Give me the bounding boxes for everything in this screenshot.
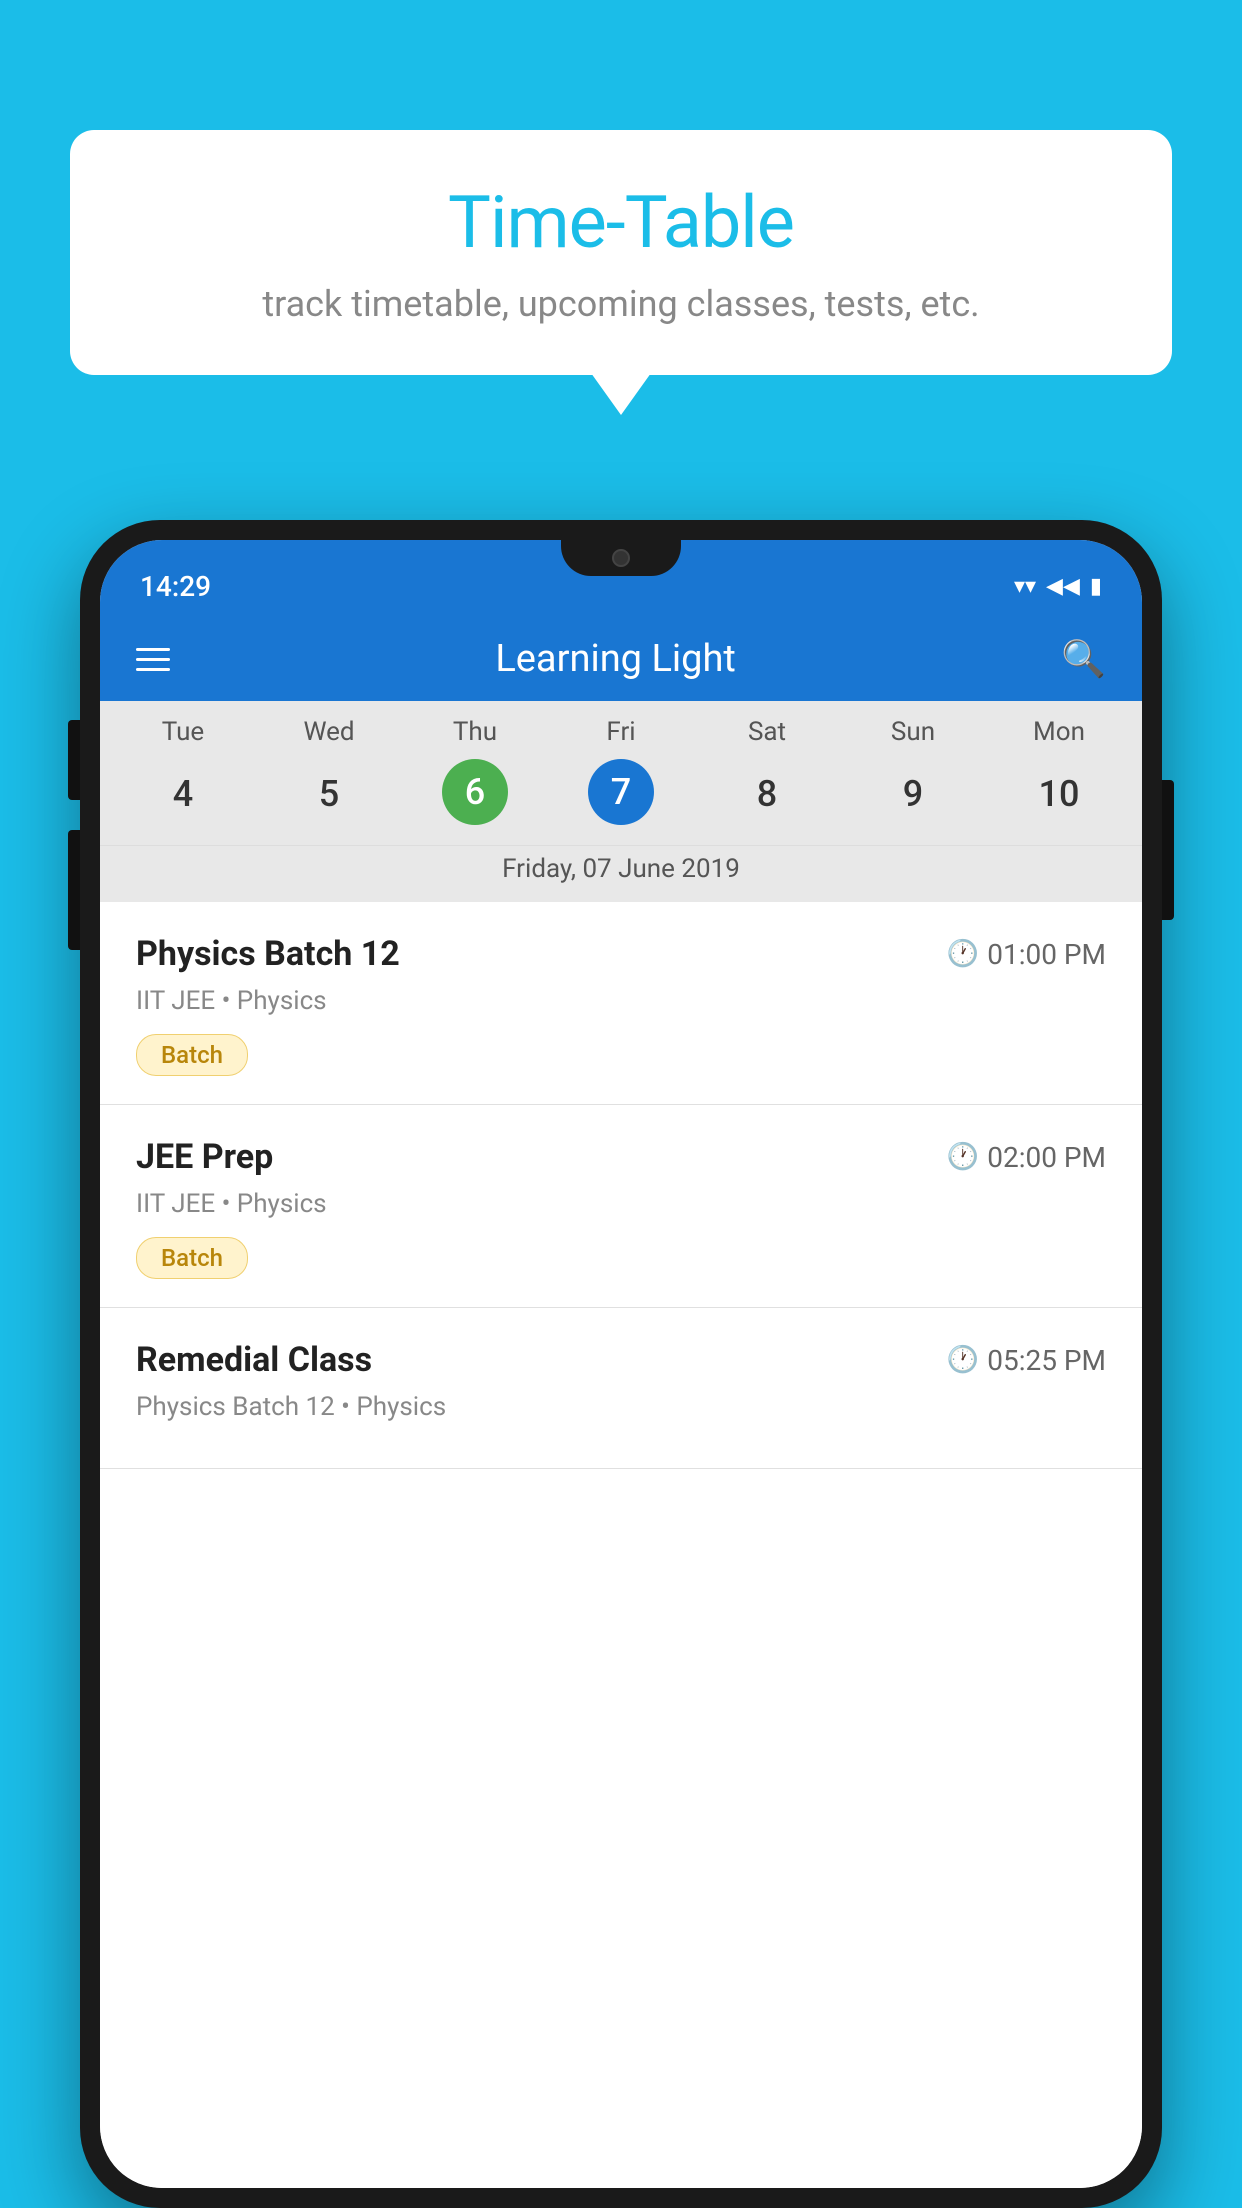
speech-bubble-area: Time-Table track timetable, upcoming cla… <box>70 130 1172 375</box>
day-numbers: 4 5 6 7 8 9 10 <box>100 755 1142 845</box>
phone-outer: 14:29 ▾▾ ◀◀ ▮ Learning Light 🔍 <box>80 520 1162 2208</box>
wifi-icon: ▾▾ <box>1014 574 1036 599</box>
status-icons: ▾▾ ◀◀ ▮ <box>1014 574 1102 599</box>
day-label-sun: Sun <box>840 717 986 747</box>
class-item-2[interactable]: Remedial Class 🕐 05:25 PM Physics Batch … <box>100 1308 1142 1469</box>
class-time-0: 🕐 01:00 PM <box>947 938 1106 971</box>
app-title: Learning Light <box>495 637 736 681</box>
calendar-header: Tue Wed Thu Fri Sat Sun Mon 4 5 6 7 8 9 … <box>100 701 1142 902</box>
day-7-selected[interactable]: 7 <box>588 759 654 825</box>
battery-icon: ▮ <box>1090 574 1102 599</box>
speech-bubble: Time-Table track timetable, upcoming cla… <box>70 130 1172 375</box>
class-time-1: 🕐 02:00 PM <box>947 1141 1106 1174</box>
search-icon[interactable]: 🔍 <box>1061 638 1106 680</box>
phone-camera <box>612 549 630 567</box>
phone-btn-left <box>68 720 80 800</box>
bubble-title: Time-Table <box>130 180 1112 265</box>
phone-btn-left2 <box>68 830 80 950</box>
class-name-2: Remedial Class <box>136 1340 372 1380</box>
clock-icon-0: 🕐 <box>947 939 979 969</box>
bubble-subtitle: track timetable, upcoming classes, tests… <box>130 283 1112 325</box>
day-4[interactable]: 4 <box>110 759 256 829</box>
selected-date-label: Friday, 07 June 2019 <box>100 845 1142 902</box>
day-label-tue: Tue <box>110 717 256 747</box>
class-subtitle-0: IIT JEE • Physics <box>136 986 1106 1016</box>
clock-icon-1: 🕐 <box>947 1142 979 1172</box>
day-10[interactable]: 10 <box>986 759 1132 829</box>
signal-icon: ◀◀ <box>1046 574 1080 599</box>
day-labels: Tue Wed Thu Fri Sat Sun Mon <box>100 701 1142 755</box>
day-label-wed: Wed <box>256 717 402 747</box>
class-time-2: 🕐 05:25 PM <box>947 1344 1106 1377</box>
day-label-sat: Sat <box>694 717 840 747</box>
class-item-1[interactable]: JEE Prep 🕐 02:00 PM IIT JEE • Physics Ba… <box>100 1105 1142 1308</box>
phone-mockup: 14:29 ▾▾ ◀◀ ▮ Learning Light 🔍 <box>80 520 1162 2208</box>
day-label-thu: Thu <box>402 717 548 747</box>
status-time: 14:29 <box>140 570 211 603</box>
class-item-header-1: JEE Prep 🕐 02:00 PM <box>136 1137 1106 1177</box>
day-6-today[interactable]: 6 <box>442 759 508 825</box>
day-label-fri: Fri <box>548 717 694 747</box>
batch-badge-0: Batch <box>136 1034 248 1076</box>
phone-btn-right <box>1162 780 1174 920</box>
app-bar: Learning Light 🔍 <box>100 617 1142 701</box>
batch-badge-1: Batch <box>136 1237 248 1279</box>
day-5[interactable]: 5 <box>256 759 402 829</box>
class-item-header-0: Physics Batch 12 🕐 01:00 PM <box>136 934 1106 974</box>
clock-icon-2: 🕐 <box>947 1345 979 1375</box>
class-item-0[interactable]: Physics Batch 12 🕐 01:00 PM IIT JEE • Ph… <box>100 902 1142 1105</box>
class-name-0: Physics Batch 12 <box>136 934 400 974</box>
class-subtitle-1: IIT JEE • Physics <box>136 1189 1106 1219</box>
day-8[interactable]: 8 <box>694 759 840 829</box>
day-9[interactable]: 9 <box>840 759 986 829</box>
phone-screen: 14:29 ▾▾ ◀◀ ▮ Learning Light 🔍 <box>100 540 1142 2188</box>
day-label-mon: Mon <box>986 717 1132 747</box>
hamburger-menu-icon[interactable] <box>136 648 170 671</box>
class-list: Physics Batch 12 🕐 01:00 PM IIT JEE • Ph… <box>100 902 1142 2188</box>
class-subtitle-2: Physics Batch 12 • Physics <box>136 1392 1106 1422</box>
class-name-1: JEE Prep <box>136 1137 273 1177</box>
phone-notch <box>561 540 681 576</box>
class-item-header-2: Remedial Class 🕐 05:25 PM <box>136 1340 1106 1380</box>
